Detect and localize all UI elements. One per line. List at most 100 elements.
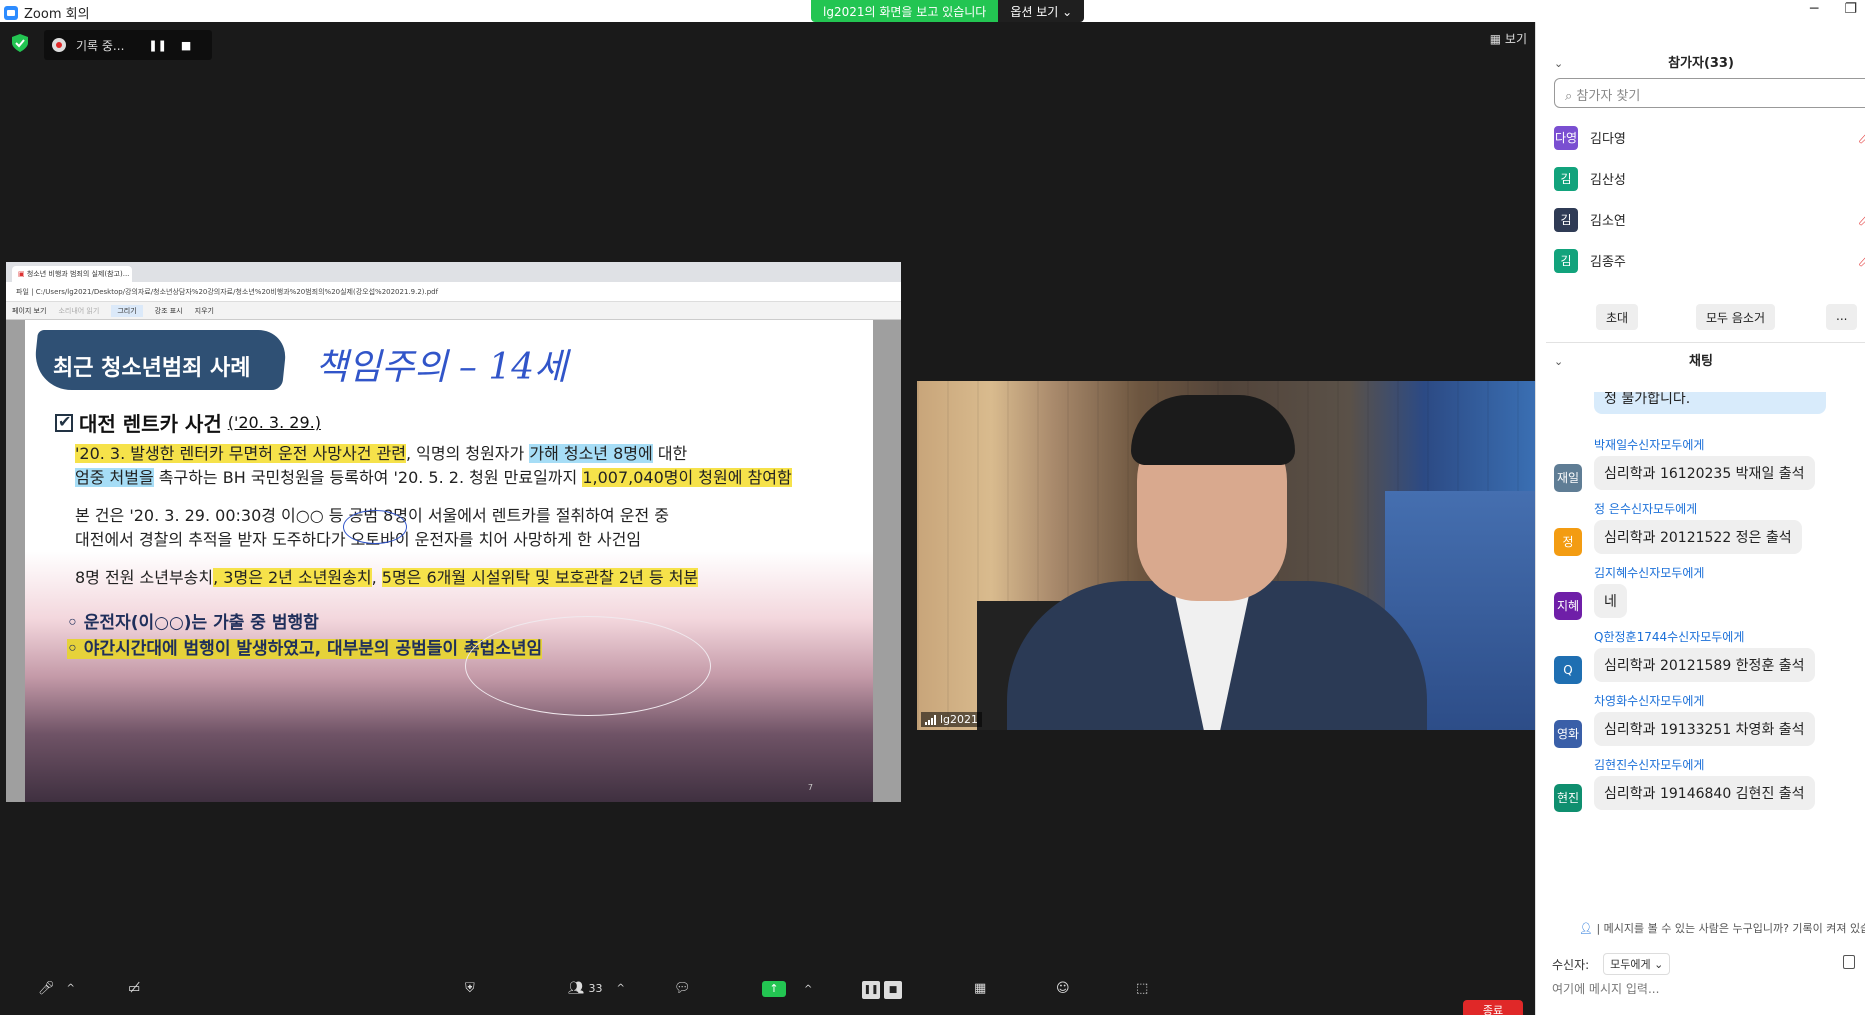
- browser-tab[interactable]: ▣ 청소년 비행과 범죄의 실제(참고)...: [12, 266, 132, 282]
- end-meeting-button[interactable]: 종료: [1463, 1000, 1523, 1015]
- participant-search-input[interactable]: ⌕ 참가자 찾기: [1554, 78, 1865, 108]
- video-person-hair: [1131, 395, 1295, 465]
- recording-label: 기록 중...: [76, 38, 125, 53]
- highlight-text: , 3명은 2년 소년원송치: [213, 568, 372, 587]
- chat-visibility-notice: 👤︎ | 메시지를 볼 수 있는 사람은 누구입니까? 기록이 켜져 있습니다: [1579, 920, 1865, 936]
- breakout-rooms-icon: ▦: [974, 981, 987, 996]
- chevron-up-icon[interactable]: ^: [67, 983, 75, 994]
- chat-message-input[interactable]: 여기에 메시지 입력...: [1552, 980, 1659, 997]
- handwritten-annotation: 책임주의 – 14세: [315, 347, 568, 388]
- view-button[interactable]: ▦ 보기: [1490, 30, 1527, 47]
- toolbar-view[interactable]: 페이지 보기: [12, 306, 46, 316]
- pdf-icon: ▣: [18, 270, 25, 278]
- security-shield-icon[interactable]: [12, 34, 28, 52]
- chevron-up-icon[interactable]: ^: [804, 984, 812, 995]
- invite-button[interactable]: 초대: [1596, 304, 1639, 330]
- participant-name: 김종주: [1590, 255, 1626, 270]
- highlight-text: ◦ 야간시간대에 범행이 발생하였고,: [67, 639, 322, 659]
- recording-control-button[interactable]: ❚❚ ■: [862, 981, 902, 999]
- muted-mic-icon[interactable]: 🎤︎: [1857, 212, 1865, 227]
- person-icon: 👤︎: [1579, 922, 1593, 935]
- pen-circle-annotation: [343, 510, 407, 544]
- breakout-rooms-button[interactable]: ▦: [974, 981, 986, 996]
- toolbar-erase[interactable]: 지우기: [195, 306, 214, 316]
- file-icon[interactable]: [1843, 955, 1855, 969]
- meeting-area: 기록 중... ❚❚ ■ ▦ 보기 ▣ 청소년 비행과 범죄의 실제(참고)..…: [0, 22, 1535, 1015]
- chat-message: 김지혜수신자모두에게 지혜 네: [1554, 564, 1865, 628]
- slide-line-5: 8명 전원 소년부송치, 3명은 2년 소년원송치, 5명은 6개월 시설위탁 …: [75, 566, 699, 590]
- slide-page: 최근 청소년범죄 사례 책임주의 – 14세 대전 렌트카 사건 ('20. 3…: [25, 320, 873, 802]
- chat-button[interactable]: 💬︎: [674, 981, 691, 996]
- highlight-text: 엄중 처벌을: [75, 468, 154, 487]
- participant-name: 김산성: [1590, 173, 1626, 188]
- toolbar-read-aloud[interactable]: 소리내어 읽기: [58, 306, 99, 316]
- text: ,: [371, 568, 382, 587]
- participant-list: 다영김다영🎤︎김김산성김김소연🎤︎김김종주🎤︎김지혜🎤︎: [1554, 117, 1865, 287]
- chat-message-bubble: 심리학과 19133251 차영화 출석: [1594, 712, 1815, 746]
- meeting-controls: 🎤︎ ^ ▭̸ ⛨ 👥︎ 33 ^ 💬︎ ↑ ^ ❚❚ ■ ▦ ☺ ⬚: [0, 975, 1535, 1015]
- chat-header: ⌄ 채팅: [1536, 342, 1865, 382]
- collapse-chevron-icon[interactable]: ⌄: [1554, 342, 1563, 382]
- title-bar: Zoom 회의 lg2021의 화면을 보고 있습니다 옵션 보기 ⌄ ─ ❐: [0, 0, 1865, 22]
- chat-sender: 김지혜수신자모두에게: [1594, 566, 1705, 580]
- apps-icon: ⬚: [1136, 981, 1149, 996]
- participants-icon: 👥︎: [568, 981, 585, 996]
- restore-icon[interactable]: ❐: [1844, 1, 1857, 17]
- video-tile[interactable]: lg2021: [917, 381, 1535, 730]
- share-banner: lg2021의 화면을 보고 있습니다 옵션 보기 ⌄: [811, 0, 1085, 22]
- participants-title: 참가자(33): [1668, 56, 1734, 71]
- chat-message-bubble: 심리학과 19146840 김현진 출석: [1594, 776, 1815, 810]
- avatar: 영화: [1554, 720, 1582, 748]
- reactions-button[interactable]: ☺: [1056, 981, 1070, 996]
- pause-recording-icon[interactable]: ❚❚: [148, 39, 166, 52]
- slide-page-number: 7: [807, 783, 813, 792]
- participant-name: 김소연: [1590, 214, 1626, 229]
- avatar: 다영: [1554, 125, 1578, 150]
- participants-button[interactable]: 👥︎ 33 ^: [568, 981, 625, 996]
- pdf-toolbar: 페이지 보기 소리내어 읽기 그리기 강조 표시 지우기: [6, 302, 901, 320]
- avatar: 정: [1554, 528, 1582, 556]
- recording-indicator: 기록 중... ❚❚ ■: [44, 30, 212, 60]
- zoom-logo-icon: [4, 5, 18, 20]
- minimize-icon[interactable]: ─: [1810, 1, 1818, 17]
- search-icon: ⌕: [1565, 89, 1573, 104]
- browser-tab-title: 청소년 비행과 범죄의 실제(참고)...: [26, 270, 130, 278]
- mute-button[interactable]: 🎤︎ ^: [38, 981, 75, 996]
- chat-sender: 정 은수신자모두에게: [1594, 502, 1698, 516]
- chat-message-bubble: 심리학과 16120235 박재일 출석: [1594, 456, 1815, 490]
- chat-message-bubble: 네: [1594, 584, 1627, 618]
- muted-mic-icon[interactable]: 🎤︎: [1857, 253, 1865, 268]
- more-button[interactable]: ...: [1826, 304, 1858, 330]
- address-bar[interactable]: 파일 | C:/Users/lg2021/Desktop/강의자료/청소년상담자…: [6, 282, 901, 302]
- window-controls: ─ ❐: [1810, 1, 1857, 17]
- text: , 익명의 청원자가: [405, 444, 530, 463]
- highlight-text: 1,007,040명이 청원에 참여함: [582, 468, 792, 487]
- participant-row[interactable]: 김 김산성: [1554, 158, 1865, 199]
- toolbar-draw[interactable]: 그리기: [111, 304, 143, 317]
- participant-name: 김다영: [1590, 132, 1626, 147]
- participant-row[interactable]: 다영 김다영 🎤︎: [1554, 117, 1865, 158]
- video-button[interactable]: ▭̸: [128, 981, 140, 996]
- participant-row[interactable]: 김지혜🎤︎: [1554, 281, 1865, 287]
- toolbar-highlight[interactable]: 강조 표시: [155, 306, 183, 316]
- apps-button[interactable]: ⬚: [1136, 981, 1148, 996]
- participant-row[interactable]: 김 김소연 🎤︎: [1554, 199, 1865, 240]
- chat-message-bubble: 정 불가합니다.: [1594, 392, 1826, 414]
- recipient-select[interactable]: 모두에게 ⌄: [1603, 953, 1671, 975]
- chat-message: Q한정훈1744수신자모두에게 Q 심리학과 20121589 한정훈 출석: [1554, 628, 1865, 692]
- muted-mic-icon[interactable]: 🎤︎: [1857, 130, 1865, 145]
- slide-title: 최근 청소년범죄 사례: [53, 356, 251, 381]
- ellipse-annotation: [465, 616, 711, 716]
- view-options-button[interactable]: 옵션 보기 ⌄: [998, 0, 1085, 22]
- chat-message: 정 은수신자모두에게 정 심리학과 20121522 정은 출석: [1554, 500, 1865, 564]
- share-screen-button[interactable]: ↑ ^: [762, 981, 812, 997]
- chevron-up-icon[interactable]: ^: [617, 983, 625, 994]
- video-name-label: lg2021: [921, 712, 983, 727]
- mute-all-button[interactable]: 모두 음소거: [1696, 304, 1776, 330]
- chat-sender: 김현진수신자모두에게: [1594, 758, 1705, 772]
- grid-view-icon: ▦: [1489, 32, 1502, 46]
- security-button[interactable]: ⛨: [465, 981, 475, 996]
- stop-recording-icon[interactable]: ■: [181, 39, 191, 52]
- participant-row[interactable]: 김 김종주 🎤︎: [1554, 240, 1865, 281]
- chat-sender: Q한정훈1744수신자모두에게: [1594, 630, 1745, 644]
